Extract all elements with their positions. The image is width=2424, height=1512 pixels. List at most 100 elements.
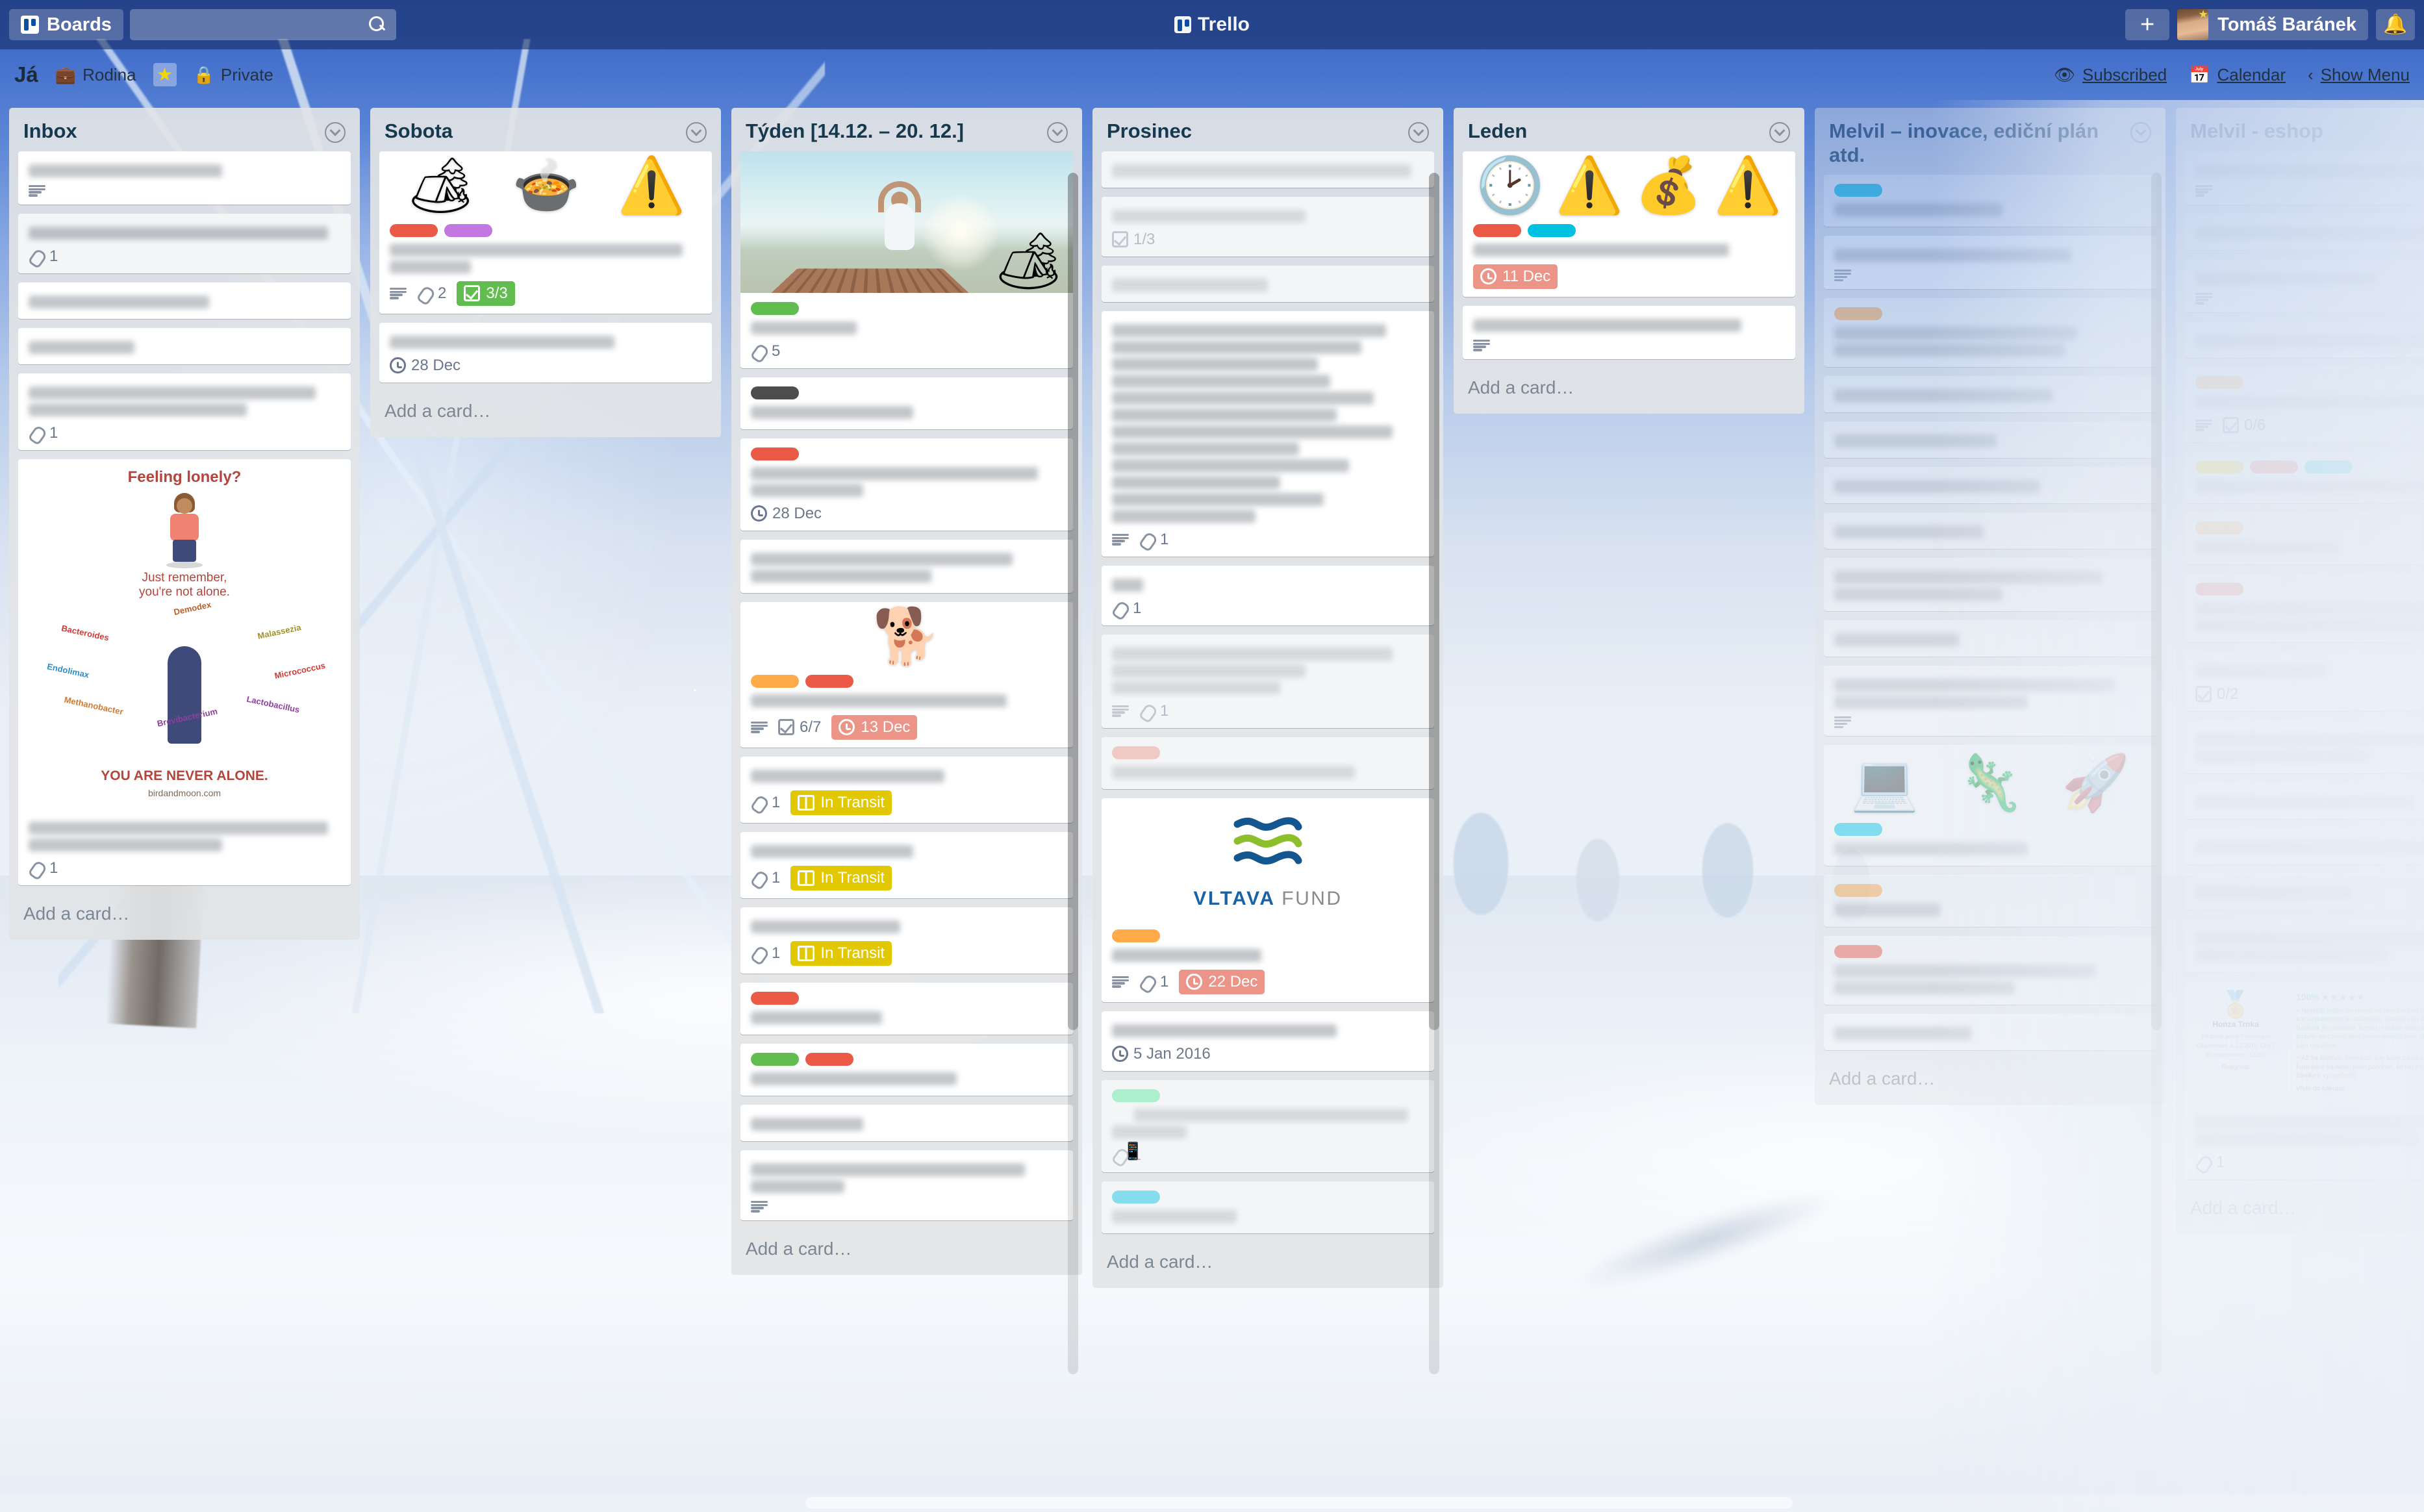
list-menu-button[interactable]: [325, 122, 346, 143]
star-board-button[interactable]: ★: [153, 63, 177, 86]
card-label-purple[interactable]: [444, 223, 492, 237]
user-menu[interactable]: Tomáš Baránek: [2177, 9, 2368, 40]
list-cards[interactable]: 🕑 ⚠️ 💰 ⚠️ 11 Dec: [1454, 151, 1804, 368]
card[interactable]: [2185, 321, 2424, 358]
card-label-red[interactable]: [751, 447, 799, 460]
card-label-green[interactable]: [751, 301, 799, 315]
add-card-button[interactable]: Add a card…: [370, 392, 721, 433]
list-cards[interactable]: 💻 🦎 🚀: [1815, 175, 2165, 1059]
card[interactable]: 🐕 6/7 13 Dec: [740, 601, 1073, 748]
card[interactable]: Feeling lonely? Just remember, you're not …: [18, 459, 351, 885]
card-label-orange[interactable]: [2195, 375, 2243, 389]
list-title[interactable]: Inbox: [23, 120, 318, 144]
list-menu-button[interactable]: [1769, 122, 1790, 143]
card[interactable]: 1: [1102, 565, 1434, 625]
card-label-lime[interactable]: [1112, 1089, 1160, 1102]
list-scrollbar[interactable]: [2151, 173, 2162, 1374]
list-title[interactable]: Prosinec: [1107, 120, 1402, 144]
list-title[interactable]: Melvil – inovace, ediční plán atd.: [1829, 120, 2124, 167]
card[interactable]: 1: [18, 213, 351, 273]
card[interactable]: [1102, 151, 1434, 188]
card[interactable]: [740, 1150, 1073, 1220]
card[interactable]: [1102, 1181, 1434, 1233]
card[interactable]: [740, 982, 1073, 1035]
card[interactable]: [1102, 737, 1434, 789]
card[interactable]: [2185, 213, 2424, 250]
list-scrollbar[interactable]: [1429, 173, 1439, 1374]
list-scrollbar-thumb[interactable]: [2151, 173, 2162, 1030]
list-title[interactable]: Leden: [1468, 120, 1763, 144]
card-label-sky[interactable]: [1112, 1190, 1160, 1203]
card[interactable]: [2185, 258, 2424, 312]
card-label-red[interactable]: [2250, 460, 2298, 473]
boards-button[interactable]: Boards: [9, 9, 123, 40]
card-label-red[interactable]: [805, 674, 853, 688]
card[interactable]: [18, 327, 351, 364]
card[interactable]: [2185, 918, 2424, 972]
board-horizontal-scrollbar[interactable]: [0, 1494, 2424, 1512]
notifications-button[interactable]: 🔔: [2376, 9, 2415, 40]
card[interactable]: 1: [1102, 310, 1434, 557]
card-label-red[interactable]: [1473, 223, 1521, 237]
list-cards[interactable]: 1 1 Feeling lonely? Just remember, you're no…: [9, 151, 360, 894]
card[interactable]: [740, 1043, 1073, 1096]
board-lists-container[interactable]: Inbox 1 1 Feeling lonely? Just remember, you'…: [0, 100, 2424, 1512]
card[interactable]: [2185, 151, 2424, 205]
list-scrollbar[interactable]: [1068, 173, 1078, 1374]
card[interactable]: [1824, 666, 2156, 737]
card[interactable]: [1824, 422, 2156, 459]
list-cards[interactable]: 🏕 5 28 Dec 🐕 6/7 13 Dec 1 In Transit 1 In Transit…: [731, 151, 1082, 1229]
card[interactable]: 🏕 🍲 ⚠️ 2 3/3: [379, 151, 712, 314]
card[interactable]: [2185, 827, 2424, 864]
card-label-sky[interactable]: [1834, 184, 1882, 197]
card[interactable]: VLTAVA FUND 1 22 Dec: [1102, 798, 1434, 1002]
card[interactable]: [1824, 376, 2156, 413]
card-label-orange[interactable]: [1112, 929, 1160, 942]
card[interactable]: 0/2: [2185, 651, 2424, 711]
add-card-button[interactable]: Add a card…: [1815, 1059, 2165, 1101]
search-input[interactable]: [129, 9, 396, 40]
add-card-button[interactable]: Add a card…: [9, 894, 360, 936]
card[interactable]: 28 Dec: [740, 438, 1073, 531]
card-label-sky[interactable]: [1834, 823, 1882, 837]
subscribed-toggle[interactable]: 👁 Subscribed: [2054, 65, 2167, 85]
card[interactable]: [1824, 875, 2156, 927]
list-title[interactable]: Sobota: [385, 120, 679, 144]
card[interactable]: [2185, 873, 2424, 910]
list-cards[interactable]: 🏕 🍲 ⚠️ 2 3/3 28 Dec: [370, 151, 721, 392]
card[interactable]: [740, 539, 1073, 593]
card[interactable]: [2185, 720, 2424, 774]
card-label-red[interactable]: [390, 223, 438, 237]
board-title[interactable]: Já: [14, 62, 38, 87]
search-box[interactable]: [129, 9, 396, 40]
card-label-red[interactable]: [2195, 582, 2243, 596]
card[interactable]: [1824, 620, 2156, 657]
card[interactable]: 1/3: [1102, 196, 1434, 257]
card[interactable]: [1824, 298, 2156, 368]
card[interactable]: [1824, 936, 2156, 1005]
add-card-button[interactable]: Add a card…: [2176, 1189, 2424, 1230]
card[interactable]: [1824, 558, 2156, 612]
card-label-sky[interactable]: [1528, 223, 1576, 237]
list-scrollbar-thumb[interactable]: [1429, 173, 1439, 1030]
add-card-button[interactable]: Add a card…: [731, 1229, 1082, 1271]
card[interactable]: 1 In Transit: [740, 831, 1073, 898]
card[interactable]: [2185, 451, 2424, 503]
card[interactable]: [740, 1104, 1073, 1141]
card[interactable]: [1824, 467, 2156, 504]
card[interactable]: [18, 151, 351, 205]
card-label-orange[interactable]: [751, 674, 799, 688]
list-menu-button[interactable]: [1047, 122, 1068, 143]
board-visibility[interactable]: 🔒 Private: [194, 65, 273, 85]
card-label-orange[interactable]: [1834, 884, 1882, 898]
card[interactable]: 1 In Transit: [740, 756, 1073, 823]
card[interactable]: [1824, 175, 2156, 227]
add-button[interactable]: +: [2125, 9, 2170, 40]
board-team[interactable]: 💼 Rodina: [55, 65, 136, 85]
card[interactable]: 🏅 Honza Trnka Přidáno: před 7 minutami Obje…: [2185, 981, 2424, 1179]
card[interactable]: [1824, 236, 2156, 290]
card-label-red[interactable]: [751, 991, 799, 1005]
card[interactable]: [1463, 305, 1795, 359]
review-react-link[interactable]: Reagovat: [2194, 1064, 2277, 1071]
card-label-red[interactable]: [1834, 945, 1882, 959]
